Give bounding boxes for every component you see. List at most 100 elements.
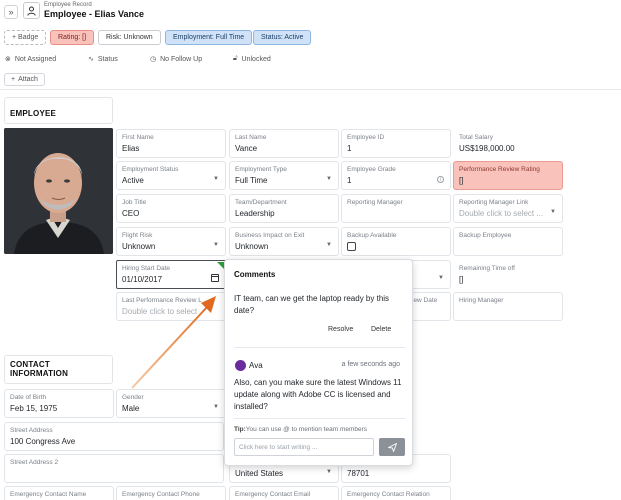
field-label: Gender <box>122 394 144 401</box>
employee-id-field[interactable]: Employee ID 1 <box>341 129 451 158</box>
avatar <box>235 360 246 371</box>
record-subtitle: Employee Record <box>44 2 92 8</box>
assignee-dropdown[interactable]: ⊗ Not Assigned <box>5 55 57 64</box>
section-contact: CONTACT INFORMATION <box>4 355 113 384</box>
chevron-down-icon: ▼ <box>326 176 332 182</box>
comment-indicator <box>217 262 224 269</box>
field-label: Emergency Contact Email <box>235 491 311 498</box>
risk-badge[interactable]: Risk: Unknown <box>98 30 161 45</box>
field-label: Reporting Manager <box>347 199 403 206</box>
person-icon <box>27 6 36 16</box>
field-label: Employment Status <box>122 166 179 173</box>
field-label: Hiring Start Date <box>122 265 171 272</box>
send-button[interactable] <box>379 438 405 456</box>
field-label: Employment Type <box>235 166 287 173</box>
comments-title: Comments <box>234 270 276 279</box>
field-label: Backup Available <box>347 232 397 239</box>
emergency-contact-name-field[interactable]: Emergency Contact Name <box>4 486 114 500</box>
field-label: Backup Employee <box>459 232 512 239</box>
field-value: 01/10/2017 <box>122 275 163 284</box>
field-label: Last Performance Review L <box>122 297 202 304</box>
last-name-field[interactable]: Last Name Vance <box>229 129 339 158</box>
field-label: Business Impact on Exit <box>235 232 305 239</box>
job-title-field[interactable]: Job Title CEO <box>116 194 226 223</box>
field-label: Remaining Time off <box>459 265 515 272</box>
resolve-button[interactable]: Resolve <box>328 326 353 333</box>
field-placeholder: Double click to select ... <box>459 209 544 218</box>
double-chevron-right-icon: » <box>8 7 14 17</box>
field-value: 1 <box>347 176 352 185</box>
employee-photo <box>4 128 113 254</box>
emergency-contact-phone-field[interactable]: Emergency Contact Phone <box>116 486 226 500</box>
chevron-down-icon: ▼ <box>326 242 332 248</box>
flight-risk-select[interactable]: Flight Risk Unknown ▼ <box>116 227 226 256</box>
backup-available-field: Backup Available <box>341 227 451 256</box>
field-placeholder: Double click to select <box>122 307 198 316</box>
team-department-field[interactable]: Team/Department Leadership <box>229 194 339 223</box>
expand-panel-button[interactable]: » <box>4 5 18 19</box>
rating-badge[interactable]: Rating: [] <box>50 30 95 45</box>
field-value: Unknown <box>122 242 156 251</box>
employment-status-select[interactable]: Employment Status Active ▼ <box>116 161 226 190</box>
backup-employee-field[interactable]: Backup Employee <box>453 227 563 256</box>
field-label: First Name <box>122 134 154 141</box>
field-value: Feb 15, 1975 <box>10 404 58 413</box>
reply-author: Ava <box>249 361 263 370</box>
plus-icon: + <box>11 76 16 83</box>
reporting-manager-link-select[interactable]: Reporting Manager Link Double click to s… <box>453 194 563 223</box>
attach-button[interactable]: + Attach <box>4 73 45 86</box>
status-dropdown[interactable]: ∿ Status <box>88 55 118 64</box>
remaining-time-off-field: Remaining Time off [] <box>453 260 563 289</box>
street-address-2-field[interactable]: Street Address 2 <box>4 454 224 483</box>
chevron-down-icon: ▼ <box>438 275 444 281</box>
calendar-icon[interactable] <box>211 274 219 282</box>
tip-text: You can use @ to mention team members <box>245 426 368 433</box>
comment-message: IT team, can we get the laptop ready by … <box>234 294 390 315</box>
assignee-label: Not Assigned <box>14 55 57 63</box>
field-value: United States <box>235 469 284 478</box>
hiring-manager-field[interactable]: Hiring Manager <box>453 292 563 321</box>
delete-button[interactable]: Delete <box>371 326 391 333</box>
performance-rating-field[interactable]: Performance Review Rating [] <box>453 161 563 190</box>
field-value: [] <box>459 176 464 185</box>
field-value: Leadership <box>235 209 275 218</box>
clock-icon: ◷ <box>150 56 157 63</box>
business-impact-select[interactable]: Business Impact on Exit Unknown ▼ <box>229 227 339 256</box>
lock-toggle[interactable]: 🔓︎ Unlocked <box>233 55 271 63</box>
date-of-birth-field[interactable]: Date of Birth Feb 15, 1975 <box>4 389 114 418</box>
first-name-field[interactable]: First Name Elias <box>116 129 226 158</box>
follow-up-dropdown[interactable]: ◷ No Follow Up <box>150 55 202 64</box>
street-address-field[interactable]: Street Address 100 Congress Ave <box>4 422 224 451</box>
attach-label: Attach <box>18 76 38 83</box>
divider <box>234 347 405 348</box>
status-badge[interactable]: Status: Active <box>253 30 312 45</box>
gender-select[interactable]: Gender Male ▼ <box>116 389 226 418</box>
add-badge-button[interactable]: + Badge <box>4 30 47 45</box>
field-value: Vance <box>235 144 258 153</box>
comment-input[interactable]: Click here to start writing ... <box>234 438 374 456</box>
reporting-manager-field[interactable]: Reporting Manager <box>341 194 451 223</box>
info-icon[interactable]: i <box>437 176 444 183</box>
field-label: Last Name <box>235 134 267 141</box>
employment-type-select[interactable]: Employment Type Full Time ▼ <box>229 161 339 190</box>
chevron-down-icon: ▼ <box>550 209 556 215</box>
emergency-contact-email-field[interactable]: Emergency Contact Email <box>229 486 339 500</box>
field-value: Male <box>122 404 140 413</box>
last-review-link-select[interactable]: Last Performance Review L Double click t… <box>116 292 226 321</box>
employment-badge[interactable]: Employment: Full Time <box>165 30 253 45</box>
field-label: Total Salary <box>459 134 493 141</box>
field-value: 100 Congress Ave <box>10 437 76 446</box>
tip-prefix: Tip: <box>234 426 246 433</box>
employee-grade-field[interactable]: Employee Grade 1 i <box>341 161 451 190</box>
emergency-contact-relation-field[interactable]: Emergency Contact Relation <box>341 486 451 500</box>
field-label: Flight Risk <box>122 232 153 239</box>
hiring-start-date-field[interactable]: Hiring Start Date 01/10/2017 <box>116 260 226 289</box>
field-value: [] <box>459 275 464 284</box>
field-label: Employee ID <box>347 134 385 141</box>
field-value: Elias <box>122 144 140 153</box>
field-value: US$198,000.00 <box>459 144 515 153</box>
field-value: 78701 <box>347 469 370 478</box>
backup-available-checkbox[interactable] <box>347 242 356 251</box>
mention-tip: Tip:You can use @ to mention team member… <box>234 426 367 433</box>
field-label: iew Date <box>412 297 438 304</box>
